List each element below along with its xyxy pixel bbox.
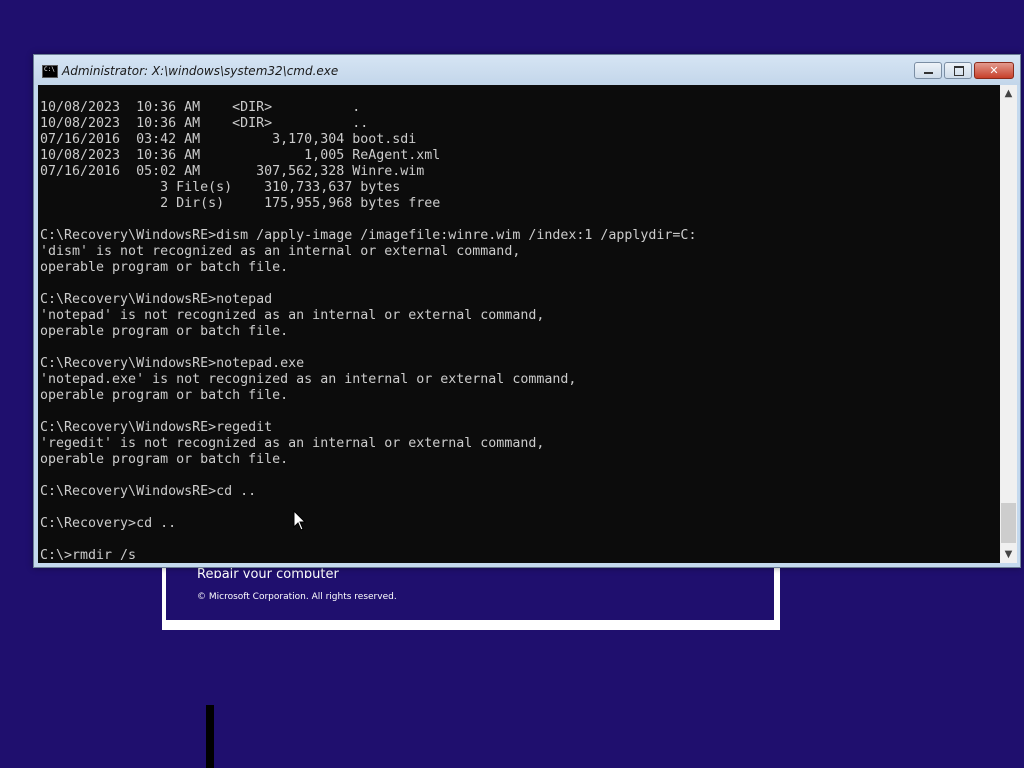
console-line: 10/08/2023 10:36 AM <DIR> . xyxy=(40,100,361,115)
mouse-pointer-icon xyxy=(293,510,307,531)
console-line: operable program or batch file. xyxy=(40,388,289,403)
scroll-up-arrow-icon[interactable]: ▲ xyxy=(1000,85,1017,102)
console-line: 3 File(s) 310,733,637 bytes xyxy=(40,180,401,195)
console-line: C:\Recovery\WindowsRE>regedit xyxy=(40,420,273,435)
console-line: 10/08/2023 10:36 AM 1,005 ReAgent.xml xyxy=(40,148,441,163)
scroll-down-arrow-icon[interactable]: ▼ xyxy=(1000,546,1017,563)
console-line: 'regedit' is not recognized as an intern… xyxy=(40,436,545,451)
desktop-background: Repair your computer © Microsoft Corpora… xyxy=(0,0,1024,768)
minimize-button[interactable] xyxy=(914,62,942,79)
console-line: C:\Recovery>cd .. xyxy=(40,516,177,531)
console-line: C:\Recovery\WindowsRE>notepad xyxy=(40,292,273,307)
console-line: C:\Recovery\WindowsRE>dism /apply-image … xyxy=(40,228,697,243)
cmd-app-icon[interactable] xyxy=(42,65,58,78)
console-output[interactable]: 10/08/2023 10:36 AM <DIR> . 10/08/2023 10… xyxy=(38,85,1000,563)
window-title: Administrator: X:\windows\system32\cmd.e… xyxy=(62,64,339,78)
maximize-button[interactable] xyxy=(944,62,972,79)
maximize-icon xyxy=(954,66,964,76)
close-icon: ✕ xyxy=(989,64,999,77)
cmd-window[interactable]: Administrator: X:\windows\system32\cmd.e… xyxy=(33,54,1021,568)
console-line: 'dism' is not recognized as an internal … xyxy=(40,244,521,259)
title-bar[interactable]: Administrator: X:\windows\system32\cmd.e… xyxy=(34,55,1020,85)
console-lines: 10/08/2023 10:36 AM <DIR> . 10/08/2023 10… xyxy=(40,100,696,563)
close-button[interactable]: ✕ xyxy=(974,62,1014,79)
console-line: operable program or batch file. xyxy=(40,324,289,339)
console-line: operable program or batch file. xyxy=(40,260,289,275)
minimize-icon xyxy=(924,72,933,74)
vertical-scrollbar[interactable]: ▲ ▼ xyxy=(1000,85,1017,563)
copyright-text: © Microsoft Corporation. All rights rese… xyxy=(197,592,397,602)
scroll-thumb[interactable] xyxy=(1001,503,1016,543)
console-line: 07/16/2016 03:42 AM 3,170,304 boot.sdi xyxy=(40,132,417,147)
caption-buttons: ✕ xyxy=(912,62,1014,80)
console-line: 2 Dir(s) 175,955,968 bytes free xyxy=(40,196,441,211)
console-line: 10/08/2023 10:36 AM <DIR> .. xyxy=(40,116,369,131)
console-line: C:\Recovery\WindowsRE>cd .. xyxy=(40,484,257,499)
console-line: C:\>rmdir /s xyxy=(40,548,137,563)
console-line: operable program or batch file. xyxy=(40,452,289,467)
console-line: C:\Recovery\WindowsRE>notepad.exe xyxy=(40,356,305,371)
repair-link-text: epair your computer xyxy=(205,567,339,578)
console-line: 'notepad.exe' is not recognized as an in… xyxy=(40,372,577,387)
console-line: 07/16/2016 05:02 AM 307,562,328 Winre.wi… xyxy=(40,164,425,179)
black-bar-artifact xyxy=(206,705,214,768)
console-line: 'notepad' is not recognized as an intern… xyxy=(40,308,545,323)
